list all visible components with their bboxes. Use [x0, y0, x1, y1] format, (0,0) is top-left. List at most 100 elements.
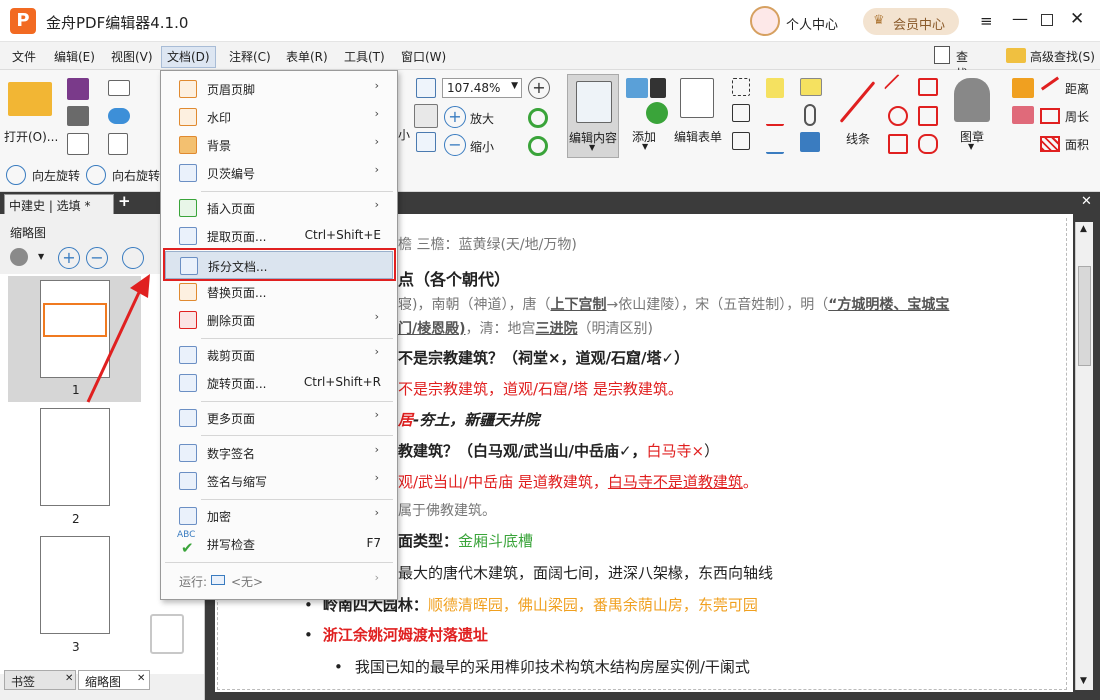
doc-text: -夯土，新疆天井院: [413, 411, 540, 429]
add-button[interactable]: 添加 ▼: [624, 74, 670, 158]
attach-icon[interactable]: [804, 104, 816, 126]
sound-icon[interactable]: [800, 132, 820, 152]
pentagon-icon[interactable]: [918, 106, 938, 126]
tab-thumbnails[interactable]: 缩略图 ✕: [78, 670, 150, 690]
minimize-icon[interactable]: —: [1012, 9, 1028, 28]
rotate-left-button[interactable]: 向左旋转: [4, 164, 86, 186]
tab-document[interactable]: 中建史 | 选填 *: [4, 194, 114, 214]
lines-button[interactable]: 线条: [836, 74, 882, 158]
scrollbar-thumb[interactable]: [1078, 266, 1091, 366]
highlight-text-icon[interactable]: [766, 78, 784, 98]
personal-center-link[interactable]: 个人中心: [786, 14, 838, 33]
menu-item-crop-pages[interactable]: 裁剪页面 ›: [165, 341, 393, 369]
open-button[interactable]: 打开(O)...: [4, 76, 58, 148]
menu-item-digital-signature[interactable]: 数字签名 ›: [165, 439, 393, 467]
menu-item-bates-numbering[interactable]: 贝茨编号 ›: [165, 159, 393, 187]
stamp-button[interactable]: 图章 ▼: [946, 74, 998, 158]
menu-item-more-pages[interactable]: 更多页面 ›: [165, 404, 393, 432]
thumb-zoom-out-icon[interactable]: −: [86, 247, 108, 269]
thumbnail-page-2[interactable]: [40, 408, 110, 506]
pages-watermark-icon: [150, 614, 184, 654]
menu-annotation[interactable]: 注释(C): [223, 46, 277, 68]
menu-item-encrypt[interactable]: 加密 ›: [165, 502, 393, 530]
close-icon[interactable]: ✕: [1070, 9, 1084, 29]
refresh-icon[interactable]: [528, 108, 548, 128]
menu-form[interactable]: 表单(R): [280, 46, 334, 68]
redo-icon[interactable]: [528, 136, 548, 156]
export-icon[interactable]: [67, 133, 89, 155]
menu-item-delete-pages[interactable]: 删除页面 ›: [165, 306, 393, 334]
checkbox-field-icon[interactable]: [732, 132, 750, 150]
text-field-icon[interactable]: [732, 78, 750, 96]
perimeter-tool[interactable]: 周长: [1040, 106, 1098, 128]
menu-item-replace-pages[interactable]: 替换页面...: [165, 278, 393, 306]
panel-settings-icon[interactable]: [10, 248, 28, 266]
scroll-up-icon[interactable]: ▲: [1080, 224, 1087, 234]
ellipse-icon[interactable]: [888, 106, 908, 126]
submenu-arrow-icon: ›: [374, 571, 379, 584]
thumb-rotate-icon[interactable]: [122, 247, 144, 269]
new-tab-button[interactable]: +: [118, 192, 131, 210]
close-icon[interactable]: ✕: [137, 673, 145, 684]
rectangle-icon[interactable]: [888, 134, 908, 154]
thumbnail-page-3[interactable]: [40, 536, 110, 634]
menu-item-insert-pages[interactable]: 插入页面 ›: [165, 194, 393, 222]
app-logo-icon: P: [10, 8, 36, 34]
edit-form-button[interactable]: 编辑表单: [672, 74, 728, 158]
select-tool-icon[interactable]: [414, 104, 438, 128]
strikeout-text-icon[interactable]: [766, 106, 784, 126]
note-icon[interactable]: [800, 78, 822, 96]
fit-width-icon[interactable]: [416, 132, 436, 152]
menu-document[interactable]: 文档(D): [161, 46, 216, 68]
zoom-out-button[interactable]: − 缩小: [444, 134, 504, 156]
menu-item-run[interactable]: 运行: <无> ›: [165, 567, 393, 595]
menu-icon[interactable]: ≡: [980, 12, 993, 30]
text-box-icon[interactable]: [732, 104, 750, 122]
menu-item-sign-initials[interactable]: 签名与缩写 ›: [165, 467, 393, 495]
menu-item-spell-check[interactable]: ABC ✔ 拼写检查 F7: [165, 530, 393, 558]
thumb-zoom-in-icon[interactable]: +: [58, 247, 80, 269]
zoom-in-plus-icon: +: [444, 106, 466, 128]
eraser-icon[interactable]: [1012, 106, 1034, 124]
arrow-icon[interactable]: [883, 73, 913, 103]
chevron-down-icon[interactable]: ▼: [38, 252, 44, 261]
menu-item-watermark[interactable]: 水印 ›: [165, 103, 393, 131]
email-icon[interactable]: [108, 80, 130, 96]
cloud-icon[interactable]: [108, 108, 130, 124]
new-doc-icon[interactable]: [108, 133, 128, 155]
close-icon[interactable]: ✕: [65, 673, 73, 684]
vertical-scrollbar[interactable]: ▲ ▼: [1075, 222, 1093, 690]
member-center-button[interactable]: ♛ 会员中心: [863, 8, 959, 35]
menu-item-rotate-pages[interactable]: 旋转页面... Ctrl+Shift+R: [165, 369, 393, 397]
menu-tools[interactable]: 工具(T): [338, 46, 391, 68]
zoom-in-icon[interactable]: +: [528, 77, 550, 99]
menu-item-background[interactable]: 背景 ›: [165, 131, 393, 159]
print-icon[interactable]: [67, 106, 89, 126]
zoom-in-button[interactable]: + 放大: [444, 106, 504, 128]
menu-item-header-footer[interactable]: 页眉页脚 ›: [165, 75, 393, 103]
save-icon[interactable]: [67, 78, 89, 100]
menu-item-extract-pages[interactable]: 提取页面... Ctrl+Shift+E: [165, 222, 393, 250]
maximize-icon[interactable]: [1041, 14, 1053, 26]
underline-text-icon[interactable]: [766, 134, 784, 154]
menu-edit[interactable]: 编辑(E): [48, 46, 101, 68]
scroll-down-icon[interactable]: ▼: [1080, 676, 1087, 686]
cloud-shape-icon[interactable]: [918, 134, 938, 154]
tab-bookmarks[interactable]: 书签 ✕: [4, 670, 76, 690]
fit-page-icon[interactable]: [416, 78, 436, 98]
menu-view[interactable]: 视图(V): [105, 46, 159, 68]
avatar-icon[interactable]: [750, 6, 780, 36]
submenu-arrow-icon: ›: [374, 408, 379, 421]
edit-content-button[interactable]: 编辑内容 ▼: [567, 74, 619, 158]
menu-separator: [201, 499, 393, 500]
area-tool[interactable]: 面积: [1040, 134, 1098, 156]
polygon-icon[interactable]: [918, 78, 938, 96]
rotate-right-button[interactable]: 向右旋转: [86, 164, 160, 186]
distance-tool[interactable]: 距离: [1040, 76, 1098, 100]
close-tab-icon[interactable]: ✕: [1081, 194, 1092, 209]
menu-window[interactable]: 窗口(W): [395, 46, 452, 68]
menu-file[interactable]: 文件: [6, 46, 42, 68]
zoom-combobox[interactable]: 107.48% ▼: [442, 78, 522, 98]
submenu-arrow-icon: ›: [374, 506, 379, 519]
pencil-icon[interactable]: [1012, 78, 1034, 98]
